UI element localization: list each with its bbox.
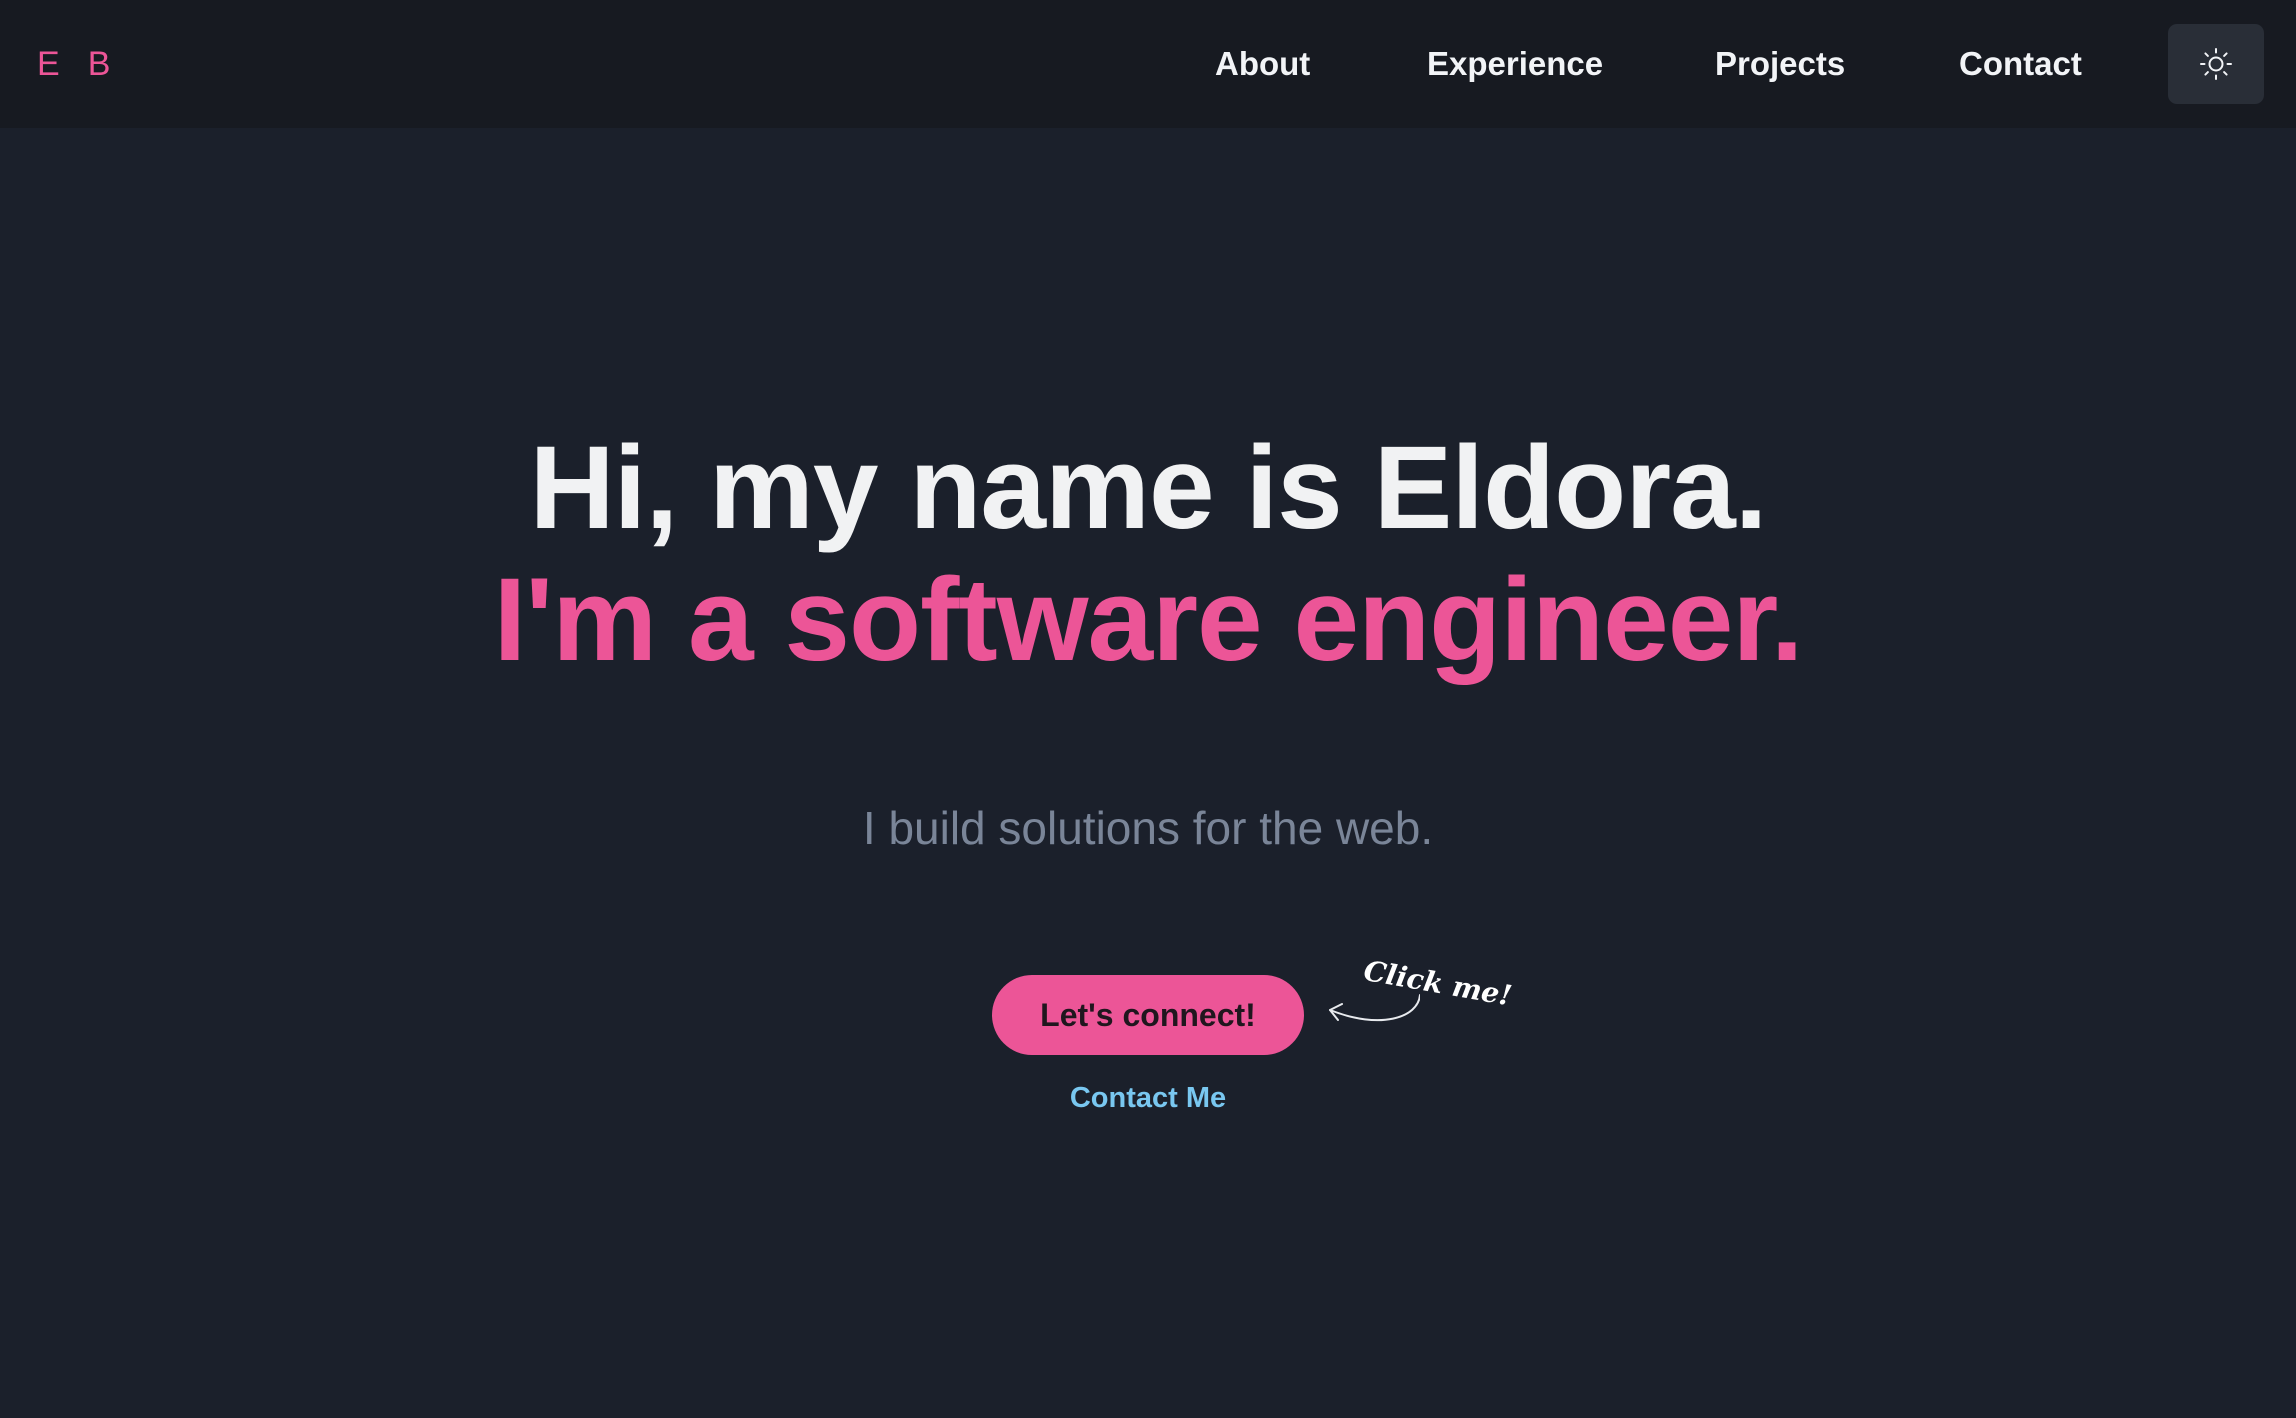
nav-item-contact[interactable]: Contact <box>1959 40 2082 88</box>
curved-arrow-icon <box>1329 994 1420 1022</box>
nav-item-about[interactable]: About <box>1215 40 1310 88</box>
hero-role: I'm a software engineer. <box>493 554 1803 686</box>
logo[interactable]: E B <box>37 44 112 84</box>
hero-greeting: Hi, my name is Eldora. <box>529 422 1767 554</box>
logo-letter-e: E <box>37 45 62 83</box>
navbar: E B About Experience Projects Contact <box>0 0 2296 128</box>
nav-item-experience[interactable]: Experience <box>1427 40 1603 88</box>
sun-icon <box>2200 48 2232 80</box>
lets-connect-button[interactable]: Let's connect! <box>992 975 1304 1055</box>
contact-me-link[interactable]: Contact Me <box>0 1078 2296 1118</box>
nav-item-projects[interactable]: Projects <box>1715 40 1845 88</box>
logo-letter-b: B <box>87 45 113 83</box>
hero-tagline: I build solutions for the web. <box>862 802 1434 854</box>
theme-toggle-button[interactable] <box>2168 24 2264 104</box>
